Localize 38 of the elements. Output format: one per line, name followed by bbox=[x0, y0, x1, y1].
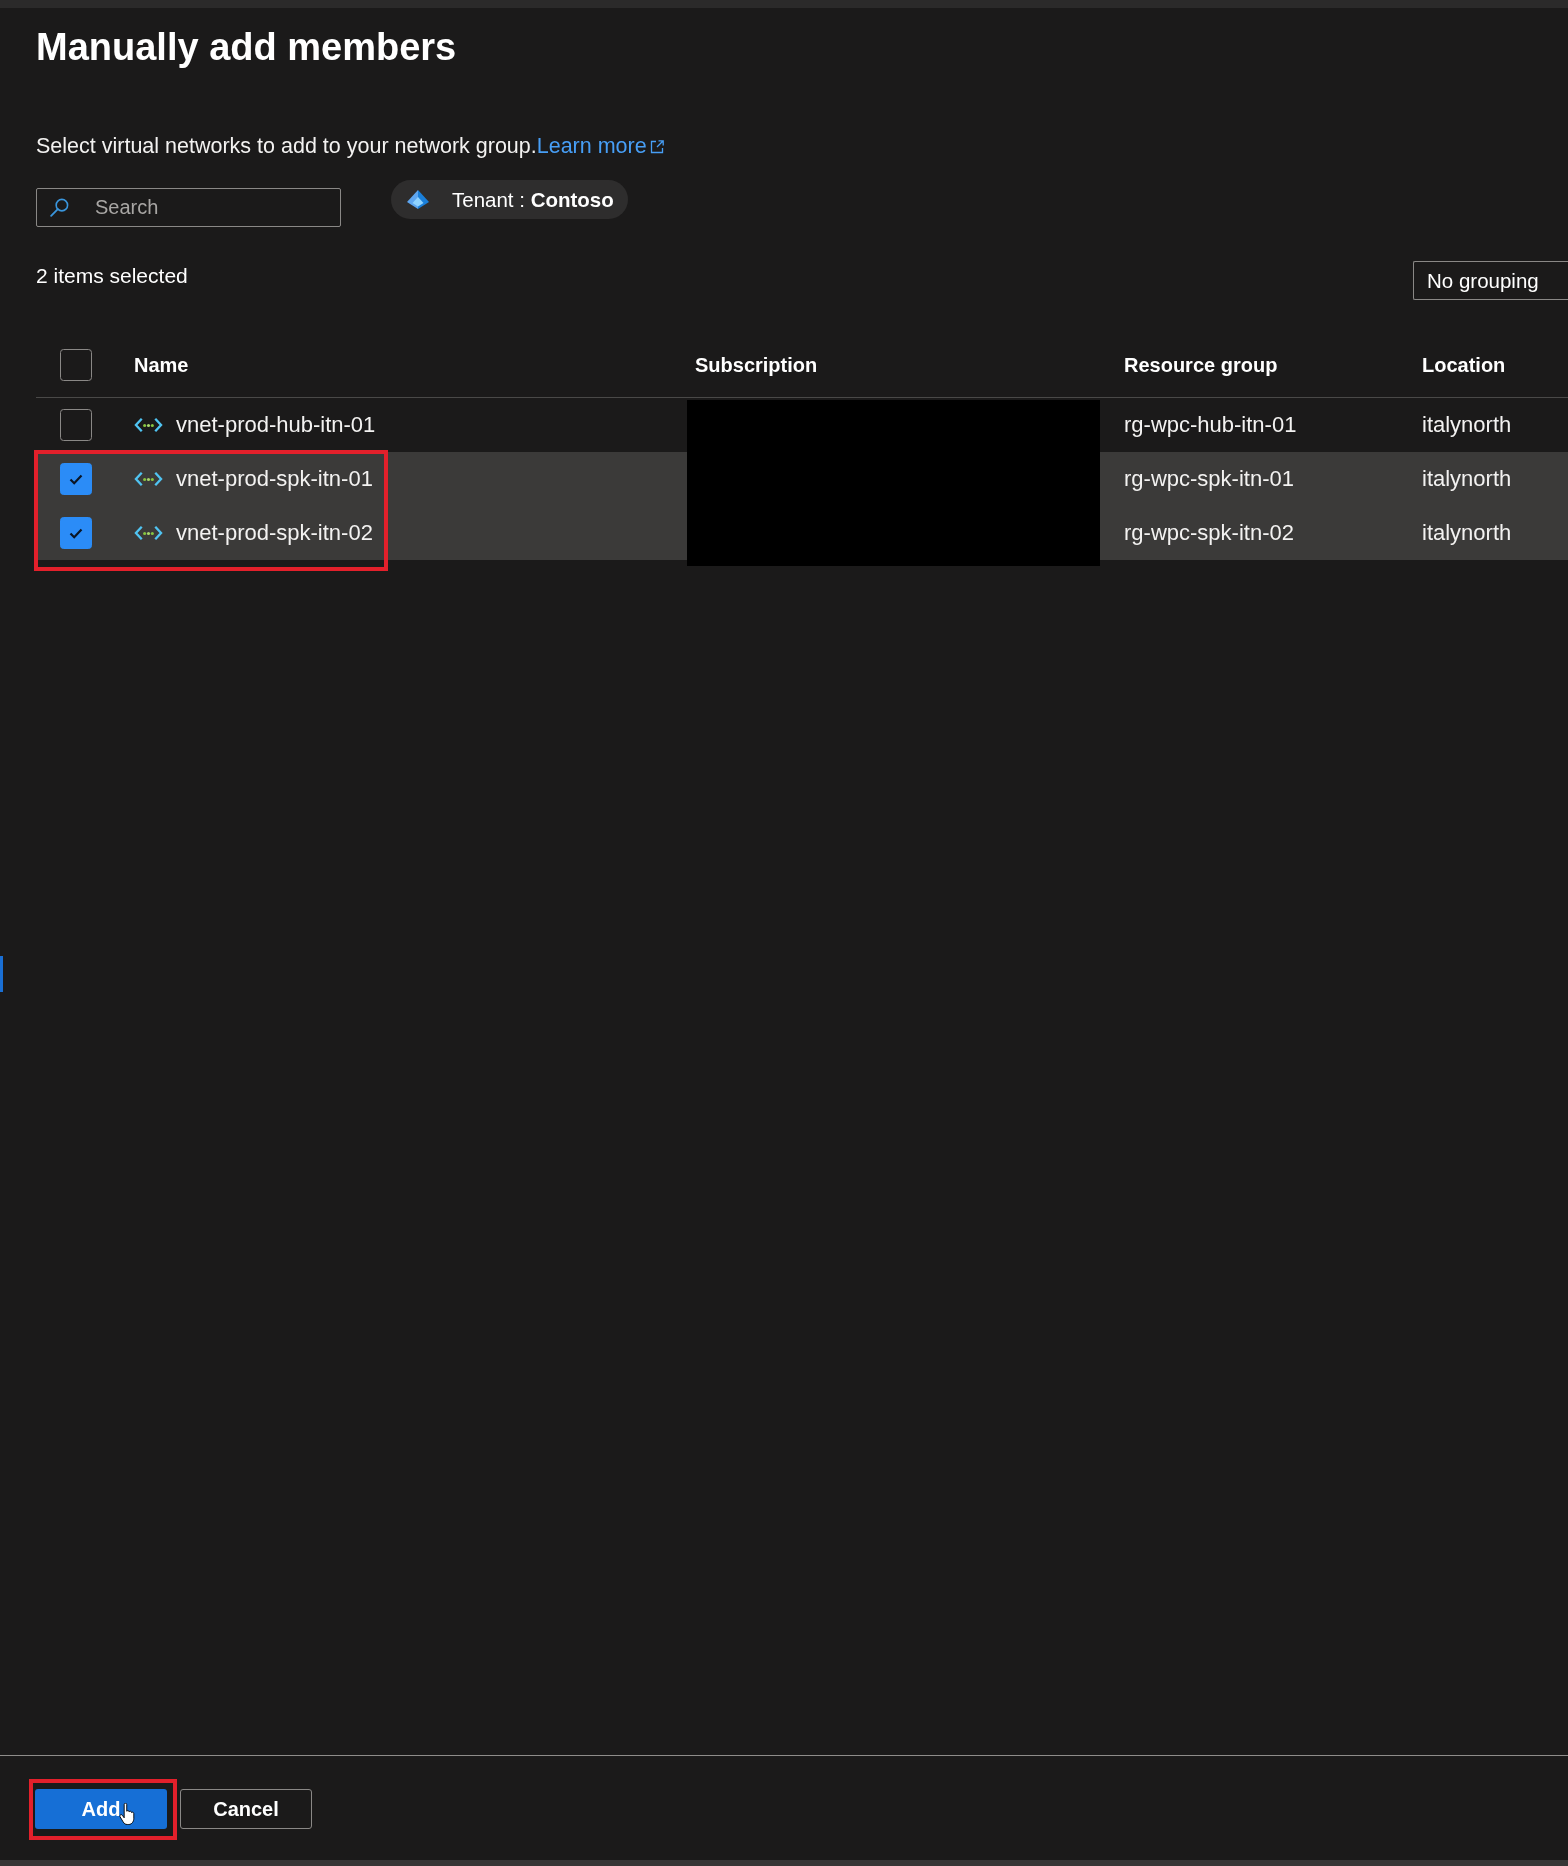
table-row[interactable]: rg-wpc-spk-itn-02 italynorth bbox=[1100, 506, 1568, 560]
column-header[interactable]: Name bbox=[134, 353, 189, 377]
selection-count: 2 items selected bbox=[36, 264, 188, 288]
table-cell: italynorth bbox=[1422, 466, 1512, 491]
table-cell: rg-wpc-spk-itn-02 bbox=[1124, 520, 1294, 545]
tenant-filter-button[interactable]: Tenant : Contoso bbox=[391, 180, 628, 219]
checkbox[interactable] bbox=[60, 463, 92, 495]
search-icon bbox=[50, 198, 69, 217]
table-cell: vnet-prod-spk-itn-01 bbox=[176, 466, 373, 492]
column-header[interactable]: Resource group bbox=[1124, 353, 1278, 376]
search-field[interactable]: Search bbox=[36, 188, 341, 227]
table-row[interactable]: rg-wpc-spk-itn-01 italynorth bbox=[1100, 452, 1568, 506]
panel-title: Manually add members bbox=[36, 25, 458, 70]
table-cell: rg-wpc-spk-itn-01 bbox=[1124, 466, 1294, 491]
primary-button[interactable]: Add bbox=[35, 1789, 167, 1829]
column-header[interactable]: Location bbox=[1422, 353, 1506, 376]
angle-brackets-icon bbox=[134, 417, 163, 433]
table-cell: vnet-prod-spk-itn-02 bbox=[176, 520, 373, 546]
checkbox[interactable] bbox=[60, 517, 92, 549]
column-header[interactable]: Subscription bbox=[695, 353, 818, 376]
angle-brackets-icon bbox=[134, 471, 163, 487]
accent-bar bbox=[0, 956, 3, 992]
select-all-checkbox[interactable] bbox=[60, 349, 92, 381]
grouping-dropdown[interactable]: No grouping bbox=[1413, 261, 1568, 300]
table-row[interactable]: vnet-prod-spk-itn-02 bbox=[36, 506, 687, 560]
search-input[interactable]: Search bbox=[95, 196, 332, 219]
table-cell: italynorth bbox=[1422, 520, 1512, 545]
table-cell: italynorth bbox=[1422, 412, 1512, 437]
table-row[interactable]: vnet-prod-spk-itn-01 bbox=[36, 452, 687, 506]
table-cell: rg-wpc-hub-itn-01 bbox=[1124, 412, 1297, 437]
description-text: Select virtual networks to add to your network group.Learn more bbox=[36, 132, 1568, 160]
secondary-button[interactable]: Cancel bbox=[180, 1789, 312, 1829]
table-cell: vnet-prod-hub-itn-01 bbox=[176, 412, 376, 438]
external-link-icon bbox=[649, 140, 664, 154]
learn-more-link[interactable]: Learn more bbox=[536, 134, 664, 158]
angle-brackets-icon bbox=[134, 525, 163, 541]
checkbox[interactable] bbox=[60, 409, 92, 441]
pyramid-icon bbox=[407, 189, 429, 210]
